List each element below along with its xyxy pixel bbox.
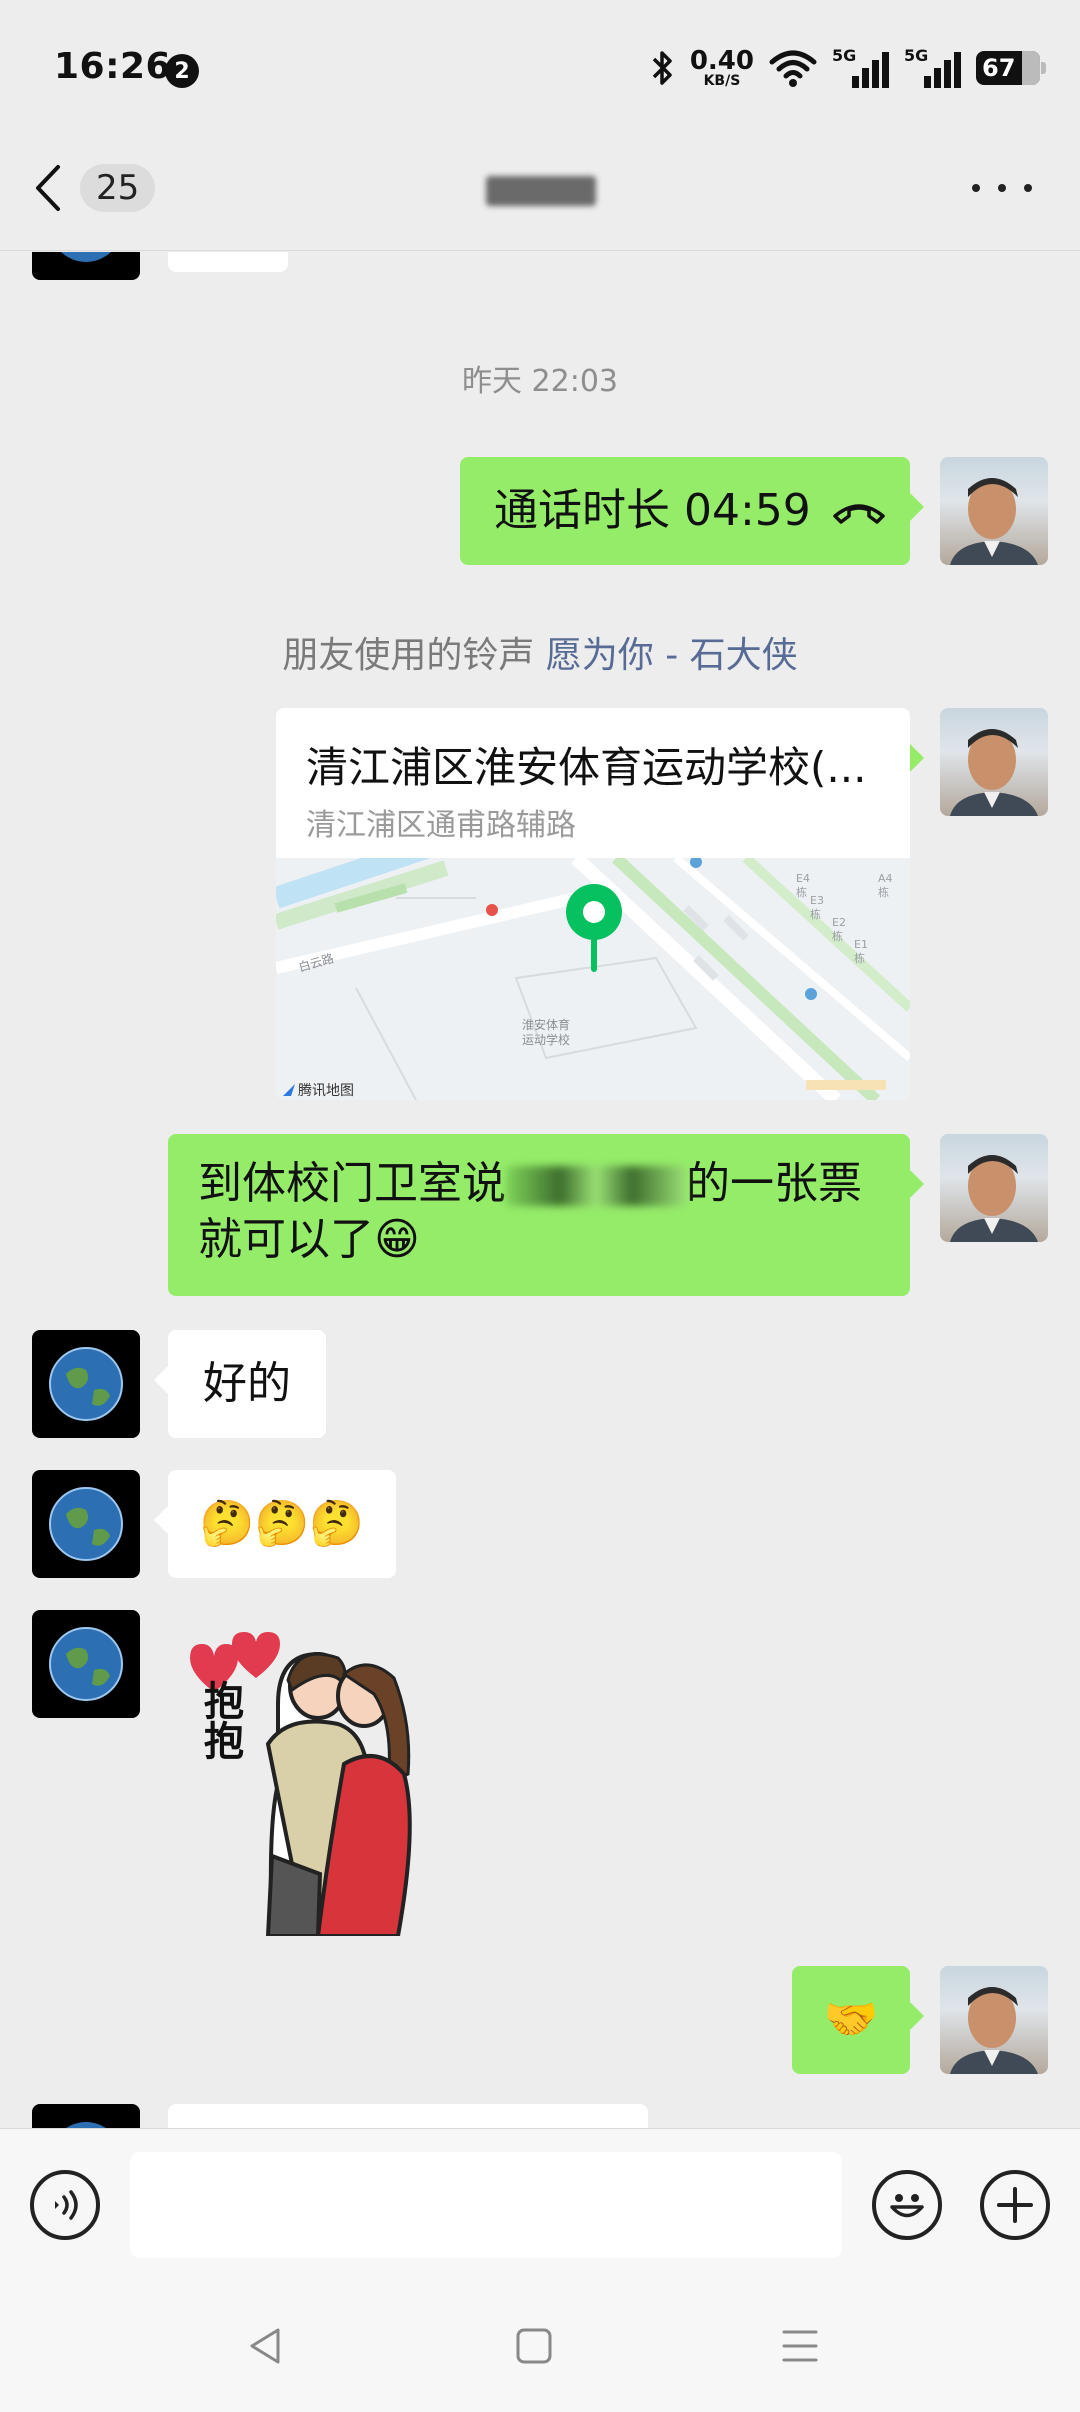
back-button[interactable]: 25	[30, 158, 180, 218]
earth-avatar-icon	[49, 1347, 123, 1421]
battery-level: 67	[982, 54, 1016, 82]
contact-avatar[interactable]	[32, 1610, 140, 1718]
network-speed-unit: KB/S	[703, 73, 741, 89]
contact-avatar[interactable]	[32, 2104, 140, 2128]
contact-avatar[interactable]	[32, 252, 140, 280]
map-attribution-text: 腾讯地图	[298, 1083, 354, 1099]
my-avatar[interactable]	[940, 457, 1048, 565]
status-time: 16:26	[54, 46, 172, 87]
received-message-bubble[interactable]: 好的	[154, 1330, 326, 1438]
redacted-text	[506, 1166, 686, 1206]
dot-icon	[972, 184, 980, 192]
my-avatar[interactable]	[940, 708, 1048, 816]
network-speed-value: 0.40	[689, 46, 754, 76]
building-label: E3栋	[810, 894, 824, 921]
sent-message-text-2: 的一张票	[686, 1158, 862, 1209]
wifi-icon	[769, 50, 817, 87]
user-photo-icon	[950, 729, 1038, 816]
earth-avatar-icon	[61, 252, 111, 262]
signal-bars-icon	[924, 52, 961, 88]
user-photo-icon	[950, 1987, 1038, 2074]
received-message-text: 好的	[203, 1358, 291, 1409]
more-options-button[interactable]	[972, 166, 1032, 210]
user-photo-icon	[950, 478, 1038, 565]
building-label: A4栋	[878, 872, 893, 899]
unread-count-badge: 25	[80, 164, 156, 212]
more-functions-button[interactable]	[980, 2170, 1050, 2240]
location-map[interactable]: E4栋 A4栋 E3栋 E2栋 E1栋 白云路 淮安体育 运动学校 腾讯地图	[276, 858, 910, 1100]
dot-icon	[1024, 184, 1032, 192]
ringtone-prefix: 朋友使用的铃声	[282, 635, 535, 676]
sent-emoji-text: 🤝	[823, 1994, 879, 2045]
received-emoji-text: 🤔🤔🤔	[199, 1498, 365, 1549]
system-back-icon[interactable]	[246, 2326, 286, 2366]
earth-avatar-icon	[66, 2122, 106, 2128]
location-address: 清江浦区通甫路辅路	[306, 808, 576, 843]
smiley-icon	[890, 2194, 924, 2218]
location-pin-icon	[566, 884, 622, 972]
my-avatar[interactable]	[940, 1966, 1048, 2074]
sent-emoji-bubble[interactable]: 🤝	[792, 1966, 924, 2074]
building-label: E4栋	[796, 872, 810, 899]
message-input[interactable]	[130, 2152, 842, 2258]
received-emoji-bubble[interactable]: 🤔🤔🤔	[154, 1470, 396, 1578]
message-timestamp: 昨天 22:03	[462, 364, 618, 399]
earth-avatar-icon	[49, 1487, 123, 1561]
sticker-caption: 抱抱	[197, 1680, 243, 1760]
voice-icon	[55, 2190, 78, 2220]
chat-title-redacted	[486, 176, 596, 206]
location-card[interactable]: 清江浦区淮安体育运动学校(... 清江浦区通甫路辅路 E4栋 A4栋 E3栋 E…	[276, 708, 924, 1100]
notification-badge: 2	[165, 54, 199, 88]
message-list[interactable]: 昨天 22:03 通话时长 04:59 朋友使用的铃声 愿为你 - 石大侠 清江…	[0, 252, 1080, 2128]
hug-sticker-image	[190, 1632, 412, 1938]
message-bubble-partial[interactable]	[168, 2104, 648, 2128]
message-bubble-partial[interactable]	[168, 252, 288, 272]
phone-hangup-icon	[833, 504, 885, 524]
tencent-map-logo-icon	[283, 1084, 295, 1096]
contact-avatar[interactable]	[32, 1330, 140, 1438]
voice-input-button[interactable]	[30, 2170, 100, 2240]
cellular-signal-1: 5G	[832, 46, 890, 90]
sent-message-text-3: 就可以了😁	[198, 1214, 420, 1265]
hug-sticker[interactable]: 抱抱	[168, 1624, 468, 1938]
map-place-label: 淮安体育 运动学校	[521, 1018, 570, 1047]
call-duration-text: 通话时长 04:59	[494, 485, 811, 536]
system-home-icon[interactable]	[514, 2326, 554, 2366]
status-icons: 0.40 KB/S 5G 5G 67	[650, 44, 1046, 92]
sent-message-text-1: 到体校门卫室说	[198, 1158, 506, 1209]
ringtone-song-link[interactable]: 愿为你 - 石大侠	[546, 635, 798, 676]
network-speed: 0.40 KB/S	[690, 48, 754, 88]
chevron-left-icon	[36, 165, 60, 211]
bluetooth-icon	[652, 51, 672, 85]
call-record-bubble[interactable]: 通话时长 04:59	[460, 457, 924, 565]
location-name: 清江浦区淮安体育运动学校(...	[306, 743, 867, 792]
building-label: E2栋	[832, 916, 846, 943]
battery-icon: 67	[976, 51, 1046, 85]
system-recents-icon[interactable]	[780, 2326, 820, 2366]
contact-avatar[interactable]	[32, 1470, 140, 1578]
earth-avatar-icon	[49, 1627, 123, 1701]
my-avatar[interactable]	[940, 1134, 1048, 1242]
plus-icon	[997, 2187, 1033, 2223]
sent-message-bubble[interactable]: 到体校门卫室说 的一张票 就可以了😁	[168, 1134, 924, 1296]
emoji-button[interactable]	[872, 2170, 942, 2240]
signal-bars-icon	[852, 52, 889, 88]
user-photo-icon	[950, 1155, 1038, 1242]
building-label: E1栋	[854, 938, 868, 965]
dot-icon	[998, 184, 1006, 192]
cellular-signal-2: 5G	[904, 46, 962, 90]
map-attribution: 腾讯地图	[282, 1080, 354, 1100]
ringtone-notice: 朋友使用的铃声 愿为你 - 石大侠	[0, 626, 1080, 678]
